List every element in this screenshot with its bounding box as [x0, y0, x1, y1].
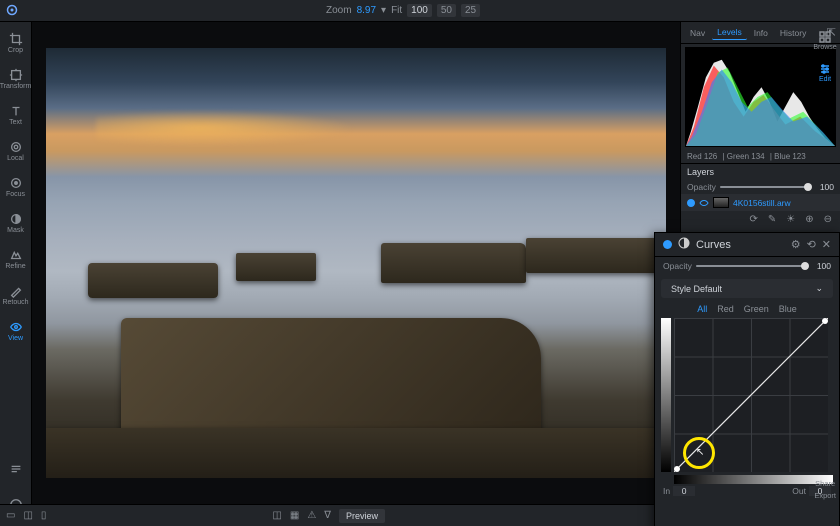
layer-sun-icon[interactable]: ☀	[786, 214, 795, 225]
right-edge-rail: Browse Edit	[810, 22, 840, 222]
layout-icon-1[interactable]: ▭	[6, 510, 15, 521]
top-bar: Zoom 8.97 ▾ Fit 100 50 25	[0, 0, 840, 22]
layer-enabled-dot[interactable]	[687, 199, 695, 207]
channel-all[interactable]: All	[697, 304, 707, 314]
tab-levels[interactable]: Levels	[712, 25, 747, 40]
curves-opacity-value[interactable]: 100	[809, 261, 831, 271]
zoom-preset-25[interactable]: 25	[461, 4, 480, 17]
browse-mode[interactable]: Browse	[812, 26, 838, 56]
tab-nav[interactable]: Nav	[685, 26, 710, 40]
crop-tool[interactable]: Crop	[2, 26, 30, 60]
mask-tool[interactable]: Mask	[2, 206, 30, 240]
grid-icon[interactable]: ▦	[290, 510, 299, 521]
curves-out-label: Out	[792, 486, 806, 496]
refine-tool-label: Refine	[5, 263, 25, 270]
eye-icon[interactable]	[699, 198, 709, 208]
local-tool[interactable]: Local	[2, 134, 30, 168]
curves-channel-tabs: All Red Green Blue	[655, 302, 839, 318]
warning-icon[interactable]: ⚠	[307, 510, 316, 521]
readout-red: Red 126	[687, 152, 717, 161]
left-tool-rail: Crop Transform Text Local Focus Mask Ref…	[0, 22, 32, 526]
retouch-tool-label: Retouch	[2, 299, 28, 306]
zoom-label: Zoom	[326, 5, 352, 16]
tab-info[interactable]: Info	[749, 26, 773, 40]
readout-green: Green 134	[727, 152, 765, 161]
curves-grid[interactable]	[674, 318, 828, 472]
layer-name[interactable]: 4K0156still.arw	[733, 198, 791, 208]
canvas-area[interactable]	[32, 22, 680, 504]
layer-opacity-label: Opacity	[687, 182, 716, 192]
layer-refresh-icon[interactable]: ⟳	[749, 214, 757, 225]
channel-green[interactable]: Green	[744, 304, 769, 314]
edit-mode[interactable]: Edit	[812, 58, 838, 88]
focus-tool-label: Focus	[6, 191, 25, 198]
zoom-preset-50[interactable]: 50	[437, 4, 456, 17]
layout-icon-2[interactable]: ◫	[23, 510, 32, 521]
zoom-value[interactable]: 8.97	[357, 5, 376, 16]
reset-icon[interactable]: ⟲	[807, 238, 816, 251]
preview-button[interactable]: Preview	[339, 509, 385, 523]
layer-edit-icon[interactable]: ✎	[768, 214, 776, 225]
chevron-down-icon: ⌄	[815, 283, 823, 294]
share-button[interactable]: Share	[815, 479, 835, 488]
adjustment-icon	[678, 237, 690, 252]
text-tool-label: Text	[9, 119, 22, 126]
fit-button[interactable]: Fit	[391, 5, 402, 16]
app-logo-icon	[6, 4, 18, 18]
curves-in-label: In	[663, 486, 670, 496]
view-tool-label: View	[8, 335, 23, 342]
transform-tool[interactable]: Transform	[2, 62, 30, 96]
gear-icon[interactable]: ⚙	[791, 238, 801, 251]
zoom-down-icon[interactable]: ▾	[381, 5, 386, 16]
curves-panel: Curves ⚙ ⟲ ✕ Opacity 100 Style Default ⌄…	[654, 232, 840, 526]
cursor-icon	[696, 447, 706, 457]
focus-tool[interactable]: Focus	[2, 170, 30, 204]
readout-blue: Blue 123	[774, 152, 806, 161]
transform-tool-label: Transform	[0, 83, 31, 90]
curves-opacity-label: Opacity	[663, 261, 692, 271]
curves-enabled-dot[interactable]	[663, 240, 672, 249]
layer-opacity-slider[interactable]	[720, 186, 808, 188]
refine-tool[interactable]: Refine	[2, 242, 30, 276]
filter-icon[interactable]: ∇	[324, 510, 331, 521]
close-icon[interactable]: ✕	[822, 238, 831, 251]
crop-tool-label: Crop	[8, 47, 23, 54]
curves-horizontal-gradient	[674, 475, 833, 484]
view-tool[interactable]: View	[2, 314, 30, 348]
zoom-preset-100[interactable]: 100	[407, 4, 432, 17]
curves-opacity-slider[interactable]	[696, 265, 805, 267]
curves-in-value[interactable]: 0	[673, 486, 695, 496]
export-button[interactable]: Export	[814, 491, 836, 500]
text-tool[interactable]: Text	[2, 98, 30, 132]
layer-thumb	[713, 197, 729, 208]
curves-title: Curves	[696, 239, 785, 251]
channel-red[interactable]: Red	[717, 304, 734, 314]
browse-mode-label: Browse	[813, 44, 836, 51]
channel-blue[interactable]: Blue	[779, 304, 797, 314]
local-tool-label: Local	[7, 155, 24, 162]
curves-style-dropdown[interactable]: Style Default ⌄	[661, 279, 833, 298]
presets-panel-button[interactable]	[2, 452, 30, 486]
tab-history[interactable]: History	[775, 26, 811, 40]
mask-tool-label: Mask	[7, 227, 24, 234]
image-preview	[46, 48, 666, 478]
curves-vertical-gradient	[661, 318, 671, 472]
share-export-rail: Share Export	[814, 479, 836, 500]
edit-mode-label: Edit	[819, 76, 831, 83]
curves-style-label: Style Default	[671, 284, 722, 294]
layout-icon-3[interactable]: ▯	[41, 510, 47, 521]
compare-icon[interactable]: ◫	[272, 510, 281, 521]
retouch-tool[interactable]: Retouch	[2, 278, 30, 312]
